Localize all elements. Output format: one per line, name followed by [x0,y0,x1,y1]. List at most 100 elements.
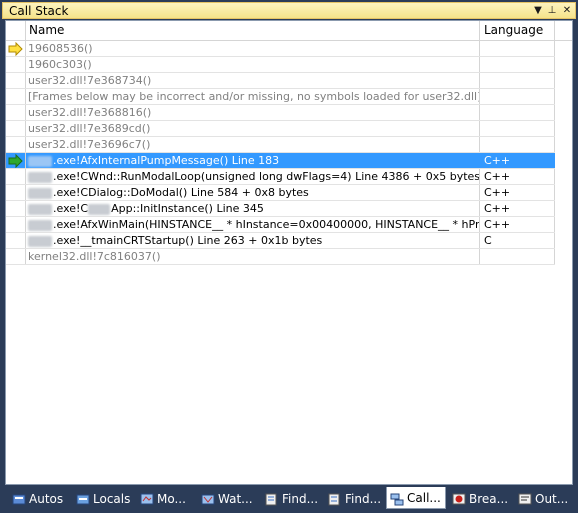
tab-label: Locals [93,492,131,506]
dropdown-icon[interactable]: ▼ [531,3,545,18]
stack-frame-row[interactable]: user32.dll!7e368816() [6,105,555,121]
frame-language: C++ [480,201,555,216]
frame-name-text: .exe!CWnd::RunModalLoop(unsigned long dw… [53,170,480,183]
find-symbol-icon [328,492,342,506]
stack-frame-row[interactable]: user32.dll!7e3696c7() [6,137,555,153]
frame-language [480,41,555,56]
tab-find-results[interactable]: Find... [262,489,320,509]
frame-language: C++ [480,153,555,168]
frame-name: .exe!C App::InitInstance() Line 345 [25,201,480,216]
tool-window-tabs: Autos Locals Mo... Wat... Find... Find... Call… [0,487,578,513]
frame-language: C++ [480,217,555,232]
find-results-icon [265,492,279,506]
tab-breakpoints[interactable]: Brea... [449,489,509,509]
stack-frame-row[interactable]: user32.dll!7e3689cd() [6,121,555,137]
close-icon[interactable]: ✕ [560,3,574,18]
redacted-module-name [28,187,52,199]
frame-name-tail: App::InitInstance() Line 345 [111,202,264,215]
window-title: Call Stack [9,4,69,18]
breakpoints-icon [452,492,466,506]
frame-name-text: .exe!CDialog::DoModal() Line 584 + 0x8 b… [53,186,309,199]
frame-name-text: user32.dll!7e368734() [28,74,152,87]
stack-frame-row[interactable]: .exe!CWnd::RunModalLoop(unsigned long dw… [6,169,555,185]
frame-name: 1960c303() [25,57,480,72]
frame-list: 19608536() 1960c303() user32.dll!7e368734(… [6,41,555,265]
frame-name-text: .exe!AfxInternalPumpMessage() Line 183 [53,154,280,167]
frame-name-text: .exe!C [53,202,89,215]
tab-modules[interactable]: Mo... [137,489,192,509]
watch-icon [201,492,215,506]
tab-locals[interactable]: Locals [73,489,133,509]
stack-frame-row[interactable]: .exe!__tmainCRTStartup() Line 263 + 0x1b… [6,233,555,249]
tab-output[interactable]: Out... [515,489,575,509]
autos-icon [12,492,26,506]
frame-name: 19608536() [25,41,480,56]
frame-language [480,137,555,152]
stack-frame-row[interactable]: .exe!C App::InitInstance() Line 345 C++ [6,201,555,217]
column-header: Name Language [6,21,572,41]
modules-icon [140,492,154,506]
tab-label: Wat... [218,492,253,506]
stack-frame-row[interactable]: kernel32.dll!7c816037() [6,249,555,265]
call-return-arrow-icon [6,153,26,168]
frame-name-text: user32.dll!7e368816() [28,106,152,119]
tab-label: Mo... [157,492,186,506]
tab-label: Autos [29,492,64,506]
call-stack-grid: Name Language 19608536() 1960c303() user32… [5,20,573,485]
stack-frame-row[interactable]: [Frames below may be incorrect and/or mi… [6,89,555,105]
current-statement-arrow-icon [6,41,26,56]
stack-frame-row[interactable]: .exe!AfxInternalPumpMessage() Line 183 C+… [6,153,555,169]
frame-language [480,105,555,120]
output-icon [518,492,532,506]
stack-frame-row[interactable]: .exe!CDialog::DoModal() Line 584 + 0x8 b… [6,185,555,201]
frame-language [480,57,555,72]
frame-name: user32.dll!7e368734() [25,73,480,88]
tab-watch[interactable]: Wat... [198,489,256,509]
frame-name: user32.dll!7e3696c7() [25,137,480,152]
tab-label: Brea... [469,492,509,506]
frame-name: kernel32.dll!7c816037() [25,249,480,264]
column-language[interactable]: Language [480,21,555,40]
frame-language: C++ [480,169,555,184]
frame-name-text: kernel32.dll!7c816037() [28,250,161,263]
frame-name: user32.dll!7e368816() [25,105,480,120]
redacted-module-name [28,155,52,167]
frame-name-text: 19608536() [28,42,93,55]
frame-name-text: user32.dll!7e3689cd() [28,122,151,135]
redacted-module-name [28,219,52,231]
frame-name-text: .exe!__tmainCRTStartup() Line 263 + 0x1b… [53,234,323,247]
frame-name: .exe!AfxWinMain(HINSTANCE__ * hInstance=… [25,217,480,232]
frame-name: .exe!CWnd::RunModalLoop(unsigned long dw… [25,169,480,184]
frame-name-text: user32.dll!7e3696c7() [28,138,151,151]
tab-label: Find... [345,492,382,506]
frame-language: C [480,233,555,248]
frame-language [480,73,555,88]
redacted-module-name [28,235,52,247]
frame-name: .exe!__tmainCRTStartup() Line 263 + 0x1b… [25,233,480,248]
frame-name-text: .exe!AfxWinMain(HINSTANCE__ * hInstance=… [53,218,480,231]
stack-frame-row[interactable]: .exe!AfxWinMain(HINSTANCE__ * hInstance=… [6,217,555,233]
frame-language [480,249,555,264]
tab-call-stack[interactable]: Call... [386,487,446,509]
frame-language [480,121,555,136]
stack-frame-row[interactable]: 19608536() [6,41,555,57]
call-stack-window: Call Stack ▼ ⊥ ✕ Name Language 19608536(… [0,0,578,513]
tab-find-symbol[interactable]: Find... [325,489,381,509]
frame-name-text: [Frames below may be incorrect and/or mi… [28,90,480,103]
frame-language [480,89,555,104]
tab-label: Find... [282,492,319,506]
frame-name: .exe!CDialog::DoModal() Line 584 + 0x8 b… [25,185,480,200]
tab-autos[interactable]: Autos [9,489,67,509]
redacted-class-name [88,203,111,215]
redacted-module-name [28,171,52,183]
stack-frame-row[interactable]: user32.dll!7e368734() [6,73,555,89]
stack-frame-row[interactable]: 1960c303() [6,57,555,73]
call-stack-icon [390,491,404,506]
pin-icon[interactable]: ⊥ [545,3,559,18]
frame-language: C++ [480,185,555,200]
tab-label: Out... [535,492,569,506]
frame-name: user32.dll!7e3689cd() [25,121,480,136]
frame-name: .exe!AfxInternalPumpMessage() Line 183 [25,153,480,168]
tab-label: Call... [407,491,441,505]
column-name[interactable]: Name [25,21,480,40]
